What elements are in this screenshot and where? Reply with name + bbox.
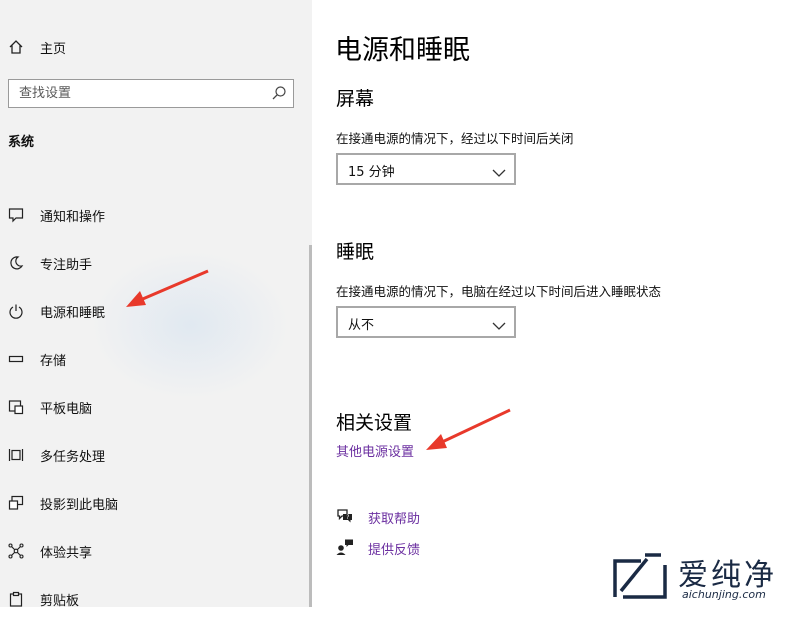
sleep-heading: 睡眠 <box>336 241 375 263</box>
multitask-icon <box>7 446 25 464</box>
sidebar-scrollbar[interactable] <box>309 245 312 607</box>
search-box[interactable] <box>8 79 294 108</box>
svg-text:?: ? <box>346 514 349 521</box>
chevron-down-icon <box>492 163 506 177</box>
sidebar-item-label: 主页 <box>40 41 67 57</box>
screen-heading: 屏幕 <box>336 88 375 110</box>
search-icon[interactable] <box>271 85 287 101</box>
section-title: 系统 <box>8 135 35 150</box>
sidebar-item-storage[interactable]: 存储 <box>0 339 300 379</box>
watermark-logo-icon <box>611 551 669 601</box>
sidebar-item-label: 剪贴板 <box>40 593 80 609</box>
clipboard-icon <box>7 590 25 608</box>
power-icon <box>7 302 25 320</box>
sleep-description: 在接通电源的情况下，电脑在经过以下时间后进入睡眠状态 <box>336 284 662 299</box>
project-icon <box>7 494 25 512</box>
get-help-link[interactable]: 获取帮助 <box>368 508 420 527</box>
sidebar-item-label: 多任务处理 <box>40 449 106 465</box>
tablet-icon <box>7 398 25 416</box>
sidebar-item-home[interactable]: 主页 <box>0 27 300 67</box>
sidebar-item-label: 存储 <box>40 353 67 369</box>
sidebar-item-multitasking[interactable]: 多任务处理 <box>0 435 300 475</box>
dropdown-value: 15 分钟 <box>348 165 395 180</box>
notification-icon <box>7 206 25 224</box>
sidebar-item-label: 投影到此电脑 <box>40 497 119 513</box>
additional-power-settings-link[interactable]: 其他电源设置 <box>336 441 414 460</box>
moon-icon <box>7 254 25 272</box>
help-chat-icon: ? <box>336 507 354 525</box>
sidebar-item-label: 平板电脑 <box>40 401 93 417</box>
sidebar-item-project[interactable]: 投影到此电脑 <box>0 483 300 523</box>
sidebar-item-shared-experience[interactable]: 体验共享 <box>0 531 300 571</box>
feedback-link[interactable]: 提供反馈 <box>368 539 420 558</box>
watermark: 爱纯净 aichunjing.com <box>608 548 798 606</box>
sidebar-item-power-sleep[interactable]: 电源和睡眠 <box>0 291 300 331</box>
share-icon <box>7 542 25 560</box>
sidebar-item-label: 通知和操作 <box>40 209 106 225</box>
sidebar-item-tablet[interactable]: 平板电脑 <box>0 387 300 427</box>
home-icon <box>7 38 25 56</box>
watermark-url: aichunjing.com <box>682 588 766 601</box>
search-input[interactable] <box>9 80 264 107</box>
chevron-down-icon <box>492 316 506 330</box>
sidebar-item-label: 专注助手 <box>40 257 93 273</box>
sidebar-item-clipboard[interactable]: 剪贴板 <box>0 579 300 619</box>
screen-timeout-dropdown[interactable]: 15 分钟 <box>336 153 516 185</box>
sidebar-item-focus-assist[interactable]: 专注助手 <box>0 243 300 283</box>
feedback-icon <box>336 538 354 556</box>
sidebar: 主页 系统 通知和操作 专注助手 电源和睡眠 存储 平板 <box>0 0 312 609</box>
sidebar-item-label: 体验共享 <box>40 545 93 561</box>
page-title: 电源和睡眠 <box>335 35 470 66</box>
related-settings-heading: 相关设置 <box>336 412 413 434</box>
screen-description: 在接通电源的情况下，经过以下时间后关闭 <box>336 131 574 146</box>
annotation-arrow-link <box>426 408 511 450</box>
dropdown-value: 从不 <box>348 318 375 333</box>
storage-icon <box>7 350 25 368</box>
sidebar-item-label: 电源和睡眠 <box>40 305 106 321</box>
sidebar-item-notifications[interactable]: 通知和操作 <box>0 195 300 235</box>
sleep-timeout-dropdown[interactable]: 从不 <box>336 306 516 338</box>
